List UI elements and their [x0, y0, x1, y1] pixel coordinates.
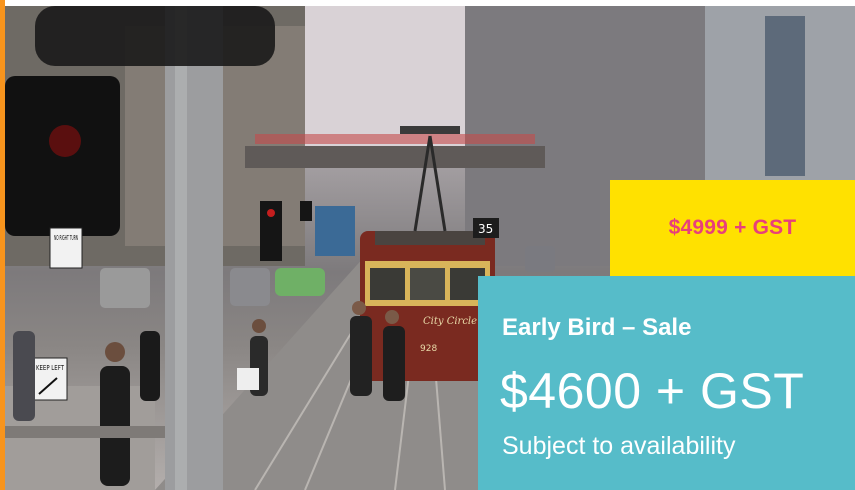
tram-number-sign: 35 [478, 222, 493, 236]
pricing-banner: 35 City Circle 928 NO RIGHT TURN KEEP LE… [0, 0, 855, 490]
sale-label: Early Bird – Sale [502, 314, 692, 341]
tram-route-sign: City Circle [423, 316, 477, 327]
availability-note: Subject to availability [502, 432, 736, 460]
tram-id-label: 928 [420, 344, 437, 354]
no-right-turn-sign: NO RIGHT TURN [54, 234, 78, 242]
early-bird-sale-box: Early Bird – Sale $4600 + GST Subject to… [478, 276, 855, 490]
keep-left-sign: KEEP LEFT [36, 364, 65, 372]
regular-price-box: $4999 + GST [610, 180, 855, 276]
regular-price: $4999 + GST [668, 216, 797, 239]
sale-price: $4600 + GST [500, 363, 805, 419]
